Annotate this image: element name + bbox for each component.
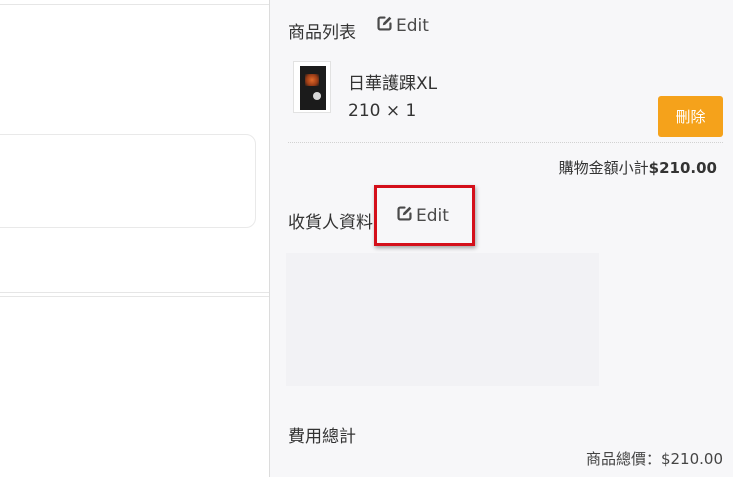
cart-edit-label: Edit	[396, 16, 429, 36]
divider-line	[0, 4, 270, 5]
product-name[interactable]: 日華護踝XL	[348, 69, 437, 94]
subtotal-value: $210.00	[648, 159, 717, 177]
cart-subtotal: 購物金額小計$210.00	[559, 157, 717, 178]
cart-edit-button[interactable]: Edit	[376, 15, 429, 37]
ankle-brace-product-image	[300, 66, 326, 110]
content-card	[0, 134, 256, 228]
checkout-panel: 商品列表 Edit 日華護踝XL 210 × 1 刪除 購物金額小計$210.0…	[270, 0, 733, 477]
recipient-section-title: 收貨人資料	[288, 213, 373, 233]
item-separator	[288, 142, 723, 143]
fee-summary-title: 費用總計	[288, 427, 356, 447]
cart-section-title: 商品列表	[288, 23, 356, 43]
product-total-line: 商品總價：$210.00	[586, 448, 723, 469]
highlight-annotation-box	[374, 185, 475, 246]
subtotal-label: 購物金額小計	[558, 159, 649, 177]
edit-icon	[376, 15, 393, 37]
divider-line	[0, 296, 270, 297]
recipient-info-box	[286, 253, 599, 386]
divider-line	[0, 292, 270, 293]
delete-item-button[interactable]: 刪除	[658, 96, 723, 137]
total-label: 商品總價：	[585, 450, 661, 468]
main-content-area	[0, 0, 270, 477]
total-value: $210.00	[660, 450, 723, 468]
product-thumbnail[interactable]	[293, 61, 331, 113]
product-price-quantity: 210 × 1	[348, 101, 417, 121]
